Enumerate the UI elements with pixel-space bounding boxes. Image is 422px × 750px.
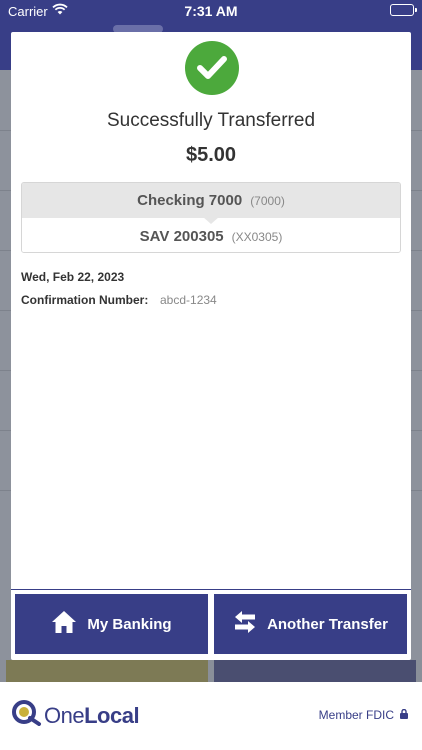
down-arrow-icon [203,217,219,224]
my-banking-button[interactable]: My Banking [15,594,208,654]
checkmark-icon [185,41,239,95]
transfer-amount: $5.00 [185,144,237,166]
transfer-confirmation-modal: Successfully Transferred $5.00 Checking … [11,32,411,660]
status-bar: Carrier 7:31 AM [0,0,422,22]
to-account-name: SAV 200305 [139,228,224,245]
battery-icon [390,4,417,16]
transfer-date: Wed, Feb 22, 2023 [21,270,125,284]
from-account-row: Checking 7000 (7000) [22,183,400,224]
transfer-accounts: Checking 7000 (7000) SAV 200305 (XX0305) [21,182,401,253]
my-banking-label: My Banking [87,615,172,633]
from-account-number: (7000) [250,194,285,208]
another-transfer-button[interactable]: Another Transfer [214,594,407,654]
confirmation-number: abcd-1234 [160,293,217,307]
background-button [214,660,416,682]
member-fdic[interactable]: Member FDIC [319,708,408,722]
onelocal-logo: OneLocal [12,700,140,731]
confirmation-label: Confirmation Number: [21,293,149,307]
logo-text-regular: One [44,702,85,728]
another-transfer-label: Another Transfer [267,615,388,633]
transfer-arrows-icon [233,609,257,639]
success-title: Successfully Transferred [106,110,316,131]
onelocal-logo-icon [12,700,42,731]
fdic-label: Member FDIC [318,708,394,722]
to-account-number: (XX0305) [231,230,283,244]
footer: OneLocal Member FDIC [0,682,422,750]
background-button [6,660,208,682]
to-account-row: SAV 200305 (XX0305) [22,219,400,252]
from-account-name: Checking 7000 [137,192,243,209]
divider [11,589,411,590]
clock: 7:31 AM [184,3,238,19]
lock-icon [400,708,408,722]
logo-text-bold: Local [84,702,140,728]
home-icon [51,610,77,638]
